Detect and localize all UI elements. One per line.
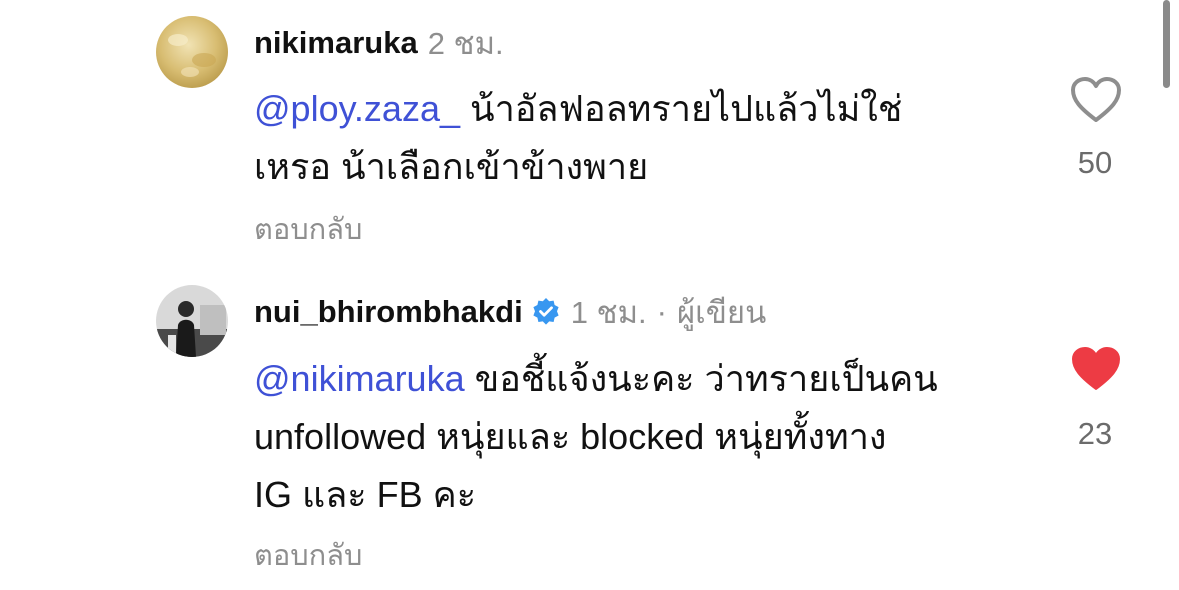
comment-text-line: unfollowed หนุ่ยและ blocked หนุ่ยทั้งทาง: [254, 416, 887, 457]
comment-text-line: เหรอ น้าเลือกเข้าข้างพาย: [254, 146, 649, 187]
reply-button[interactable]: ตอบกลับ: [254, 206, 362, 252]
like-count: 50: [1077, 145, 1113, 180]
comment-text: @ploy.zaza_ น้าอัลฟอลทรายไปแล้วไม่ใช่ เห…: [254, 80, 1034, 196]
comment-header: nui_bhirombhakdi 1 ชม. · ผู้เขียน: [254, 290, 766, 334]
comment-text: @nikimaruka ขอชี้แจ้งนะคะ ว่าทรายเป็นคน …: [254, 350, 1034, 524]
like-count: 23: [1077, 416, 1113, 451]
comment-text-line: ขอชี้แจ้งนะคะ ว่าทรายเป็นคน: [464, 358, 938, 399]
like-button[interactable]: [1070, 345, 1122, 393]
avatar-image: [156, 16, 228, 88]
avatar-image: [156, 285, 228, 357]
like-button[interactable]: [1070, 76, 1122, 124]
author-tag: ผู้เขียน: [676, 295, 767, 330]
comment-text-line: IG และ FB คะ: [254, 474, 477, 515]
heart-filled-icon: [1072, 347, 1120, 390]
avatar[interactable]: [156, 285, 228, 357]
verified-badge-icon: [531, 297, 561, 327]
comment-text-line: น้าอัลฟอลทรายไปแล้วไม่ใช่: [459, 88, 903, 129]
username[interactable]: nui_bhirombhakdi: [254, 294, 523, 330]
mention-link[interactable]: @nikimaruka: [254, 358, 465, 399]
comment-header: nikimaruka 2 ชม.: [254, 21, 504, 65]
mention-link[interactable]: @ploy.zaza_: [254, 88, 460, 129]
heart-outline-icon: [1071, 77, 1121, 122]
separator-dot: ·: [656, 294, 667, 329]
username[interactable]: nikimaruka: [254, 25, 418, 61]
scrollbar[interactable]: [1163, 0, 1170, 88]
timestamp: 1 ชม.: [570, 295, 647, 330]
avatar[interactable]: [156, 16, 228, 88]
reply-button[interactable]: ตอบกลับ: [254, 532, 362, 578]
timestamp: 2 ชม.: [427, 26, 504, 61]
